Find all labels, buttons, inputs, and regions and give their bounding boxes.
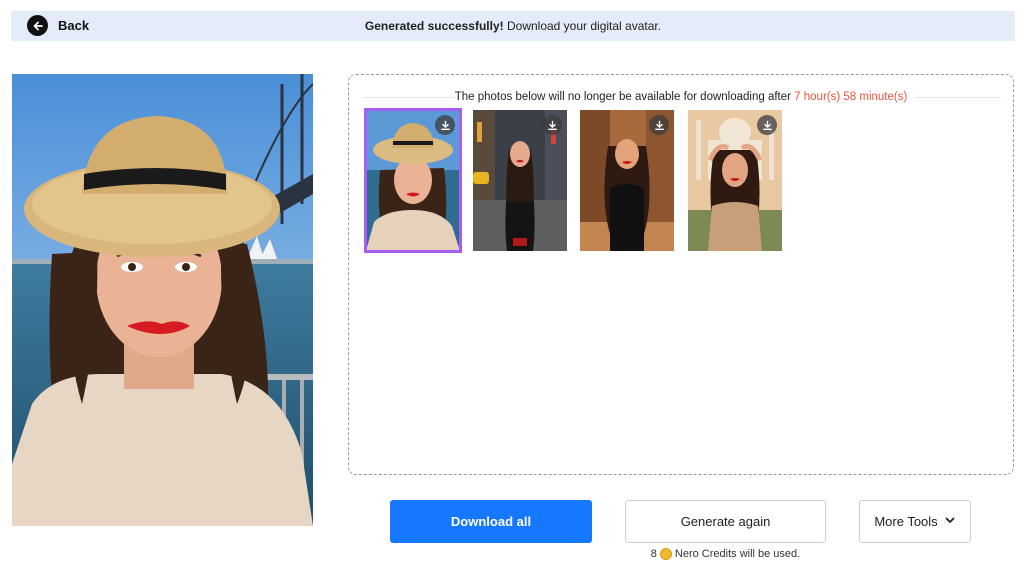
more-tools-label: More Tools xyxy=(874,514,938,529)
success-banner: Generated successfully! Download your di… xyxy=(11,19,1015,33)
download-all-label: Download all xyxy=(450,514,532,529)
download-icon[interactable] xyxy=(649,115,669,135)
generate-again-label: Generate again xyxy=(680,514,771,529)
availability-notice: The photos below will no longer be avail… xyxy=(349,91,1013,103)
download-icon[interactable] xyxy=(757,115,777,135)
chevron-down-icon xyxy=(944,514,956,529)
top-bar: Back Generated successfully! Download yo… xyxy=(11,11,1015,41)
more-tools-button[interactable]: More Tools xyxy=(859,500,971,543)
avatar-thumbnail[interactable] xyxy=(473,110,567,251)
credits-text: Nero Credits will be used. xyxy=(674,548,801,560)
notice-prefix: The photos below will no longer be avail… xyxy=(454,91,795,103)
download-icon[interactable] xyxy=(435,115,455,135)
avatar-thumbnail[interactable] xyxy=(688,110,782,251)
banner-text: Download your digital avatar. xyxy=(503,19,662,33)
credits-count: 8 xyxy=(650,548,657,560)
avatar-thumbnail[interactable] xyxy=(580,110,674,251)
avatar-thumbnail[interactable] xyxy=(364,108,462,253)
credits-note: 8 Nero Credits will be used. xyxy=(625,548,826,560)
generated-gallery: The photos below will no longer be avail… xyxy=(348,74,1014,475)
generate-again-button[interactable]: Generate again xyxy=(625,500,826,543)
download-icon[interactable] xyxy=(542,115,562,135)
download-all-button[interactable]: Download all xyxy=(390,500,592,543)
coin-icon xyxy=(659,548,672,560)
main-avatar-preview xyxy=(12,74,313,526)
notice-timer: 7 hour(s) 58 minute(s) xyxy=(794,91,908,103)
banner-strong: Generated successfully! xyxy=(364,19,504,33)
